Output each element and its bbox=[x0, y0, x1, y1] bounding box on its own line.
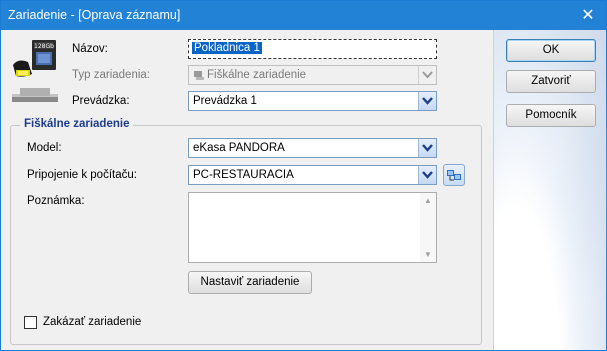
device-type-label: Typ zariadenia: bbox=[72, 69, 150, 81]
ok-button[interactable]: OK bbox=[506, 39, 596, 62]
model-label: Model: bbox=[27, 142, 62, 154]
chevron-down-icon bbox=[422, 71, 433, 79]
disable-device-checkbox[interactable] bbox=[24, 316, 37, 329]
name-label: Názov: bbox=[72, 43, 108, 55]
device-type-icon bbox=[194, 71, 204, 80]
dialog-client-area: 128Gb Názov: Pokladnica 1 Typ zariadenia… bbox=[1, 30, 607, 350]
setup-device-button[interactable]: Nastaviť zariadenie bbox=[188, 271, 312, 294]
note-label: Poznámka: bbox=[27, 195, 85, 207]
chevron-down-icon bbox=[422, 171, 433, 179]
device-type-value: Fiškálne zariadenie bbox=[207, 69, 307, 81]
disable-device-label[interactable]: Zakázať zariadenie bbox=[43, 316, 141, 328]
title-bar[interactable]: Zariadenie - [Oprava záznamu] ✕ bbox=[1, 1, 606, 30]
scroll-down-arrow-icon[interactable]: ▼ bbox=[424, 250, 432, 259]
card-reader-device-icon: 128Gb bbox=[12, 40, 58, 102]
model-value: eKasa PANDORA bbox=[193, 142, 285, 154]
device-type-dropdown-button bbox=[418, 66, 436, 84]
premises-label: Prevádzka: bbox=[72, 95, 130, 107]
model-select[interactable]: eKasa PANDORA bbox=[188, 138, 437, 158]
card-capacity-text: 128Gb bbox=[34, 43, 54, 50]
dialog-window: Zariadenie - [Oprava záznamu] ✕ 128Gb Ná… bbox=[0, 0, 607, 351]
network-browse-button[interactable] bbox=[443, 164, 465, 186]
connection-dropdown-button[interactable] bbox=[418, 166, 436, 184]
name-input[interactable]: Pokladnica 1 bbox=[188, 39, 437, 59]
connection-value: PC-RESTAURACIA bbox=[193, 169, 294, 181]
scroll-up-arrow-icon[interactable]: ▲ bbox=[424, 196, 432, 205]
close-window-button[interactable]: ✕ bbox=[570, 1, 606, 30]
premises-select[interactable]: Prevádzka 1 bbox=[188, 91, 437, 111]
fiscal-device-group-title: Fiškálne zariadenie bbox=[20, 118, 134, 130]
connection-label: Pripojenie k počítaču: bbox=[27, 169, 137, 181]
premises-dropdown-button[interactable] bbox=[418, 92, 436, 110]
help-button[interactable]: Pomocník bbox=[506, 104, 596, 127]
device-type-select: Fiškálne zariadenie bbox=[188, 65, 437, 85]
chevron-down-icon bbox=[422, 97, 433, 105]
note-scrollbar[interactable]: ▲ ▼ bbox=[420, 193, 436, 262]
close-button[interactable]: Zatvoriť bbox=[506, 70, 596, 93]
chevron-down-icon bbox=[422, 144, 433, 152]
connection-select[interactable]: PC-RESTAURACIA bbox=[188, 165, 437, 185]
model-dropdown-button[interactable] bbox=[418, 139, 436, 157]
name-input-value: Pokladnica 1 bbox=[192, 42, 262, 54]
network-computers-icon bbox=[447, 170, 461, 181]
note-textarea[interactable]: ▲ ▼ bbox=[188, 192, 437, 263]
premises-value: Prevádzka 1 bbox=[193, 95, 257, 107]
window-title: Zariadenie - [Oprava záznamu] bbox=[8, 8, 181, 22]
